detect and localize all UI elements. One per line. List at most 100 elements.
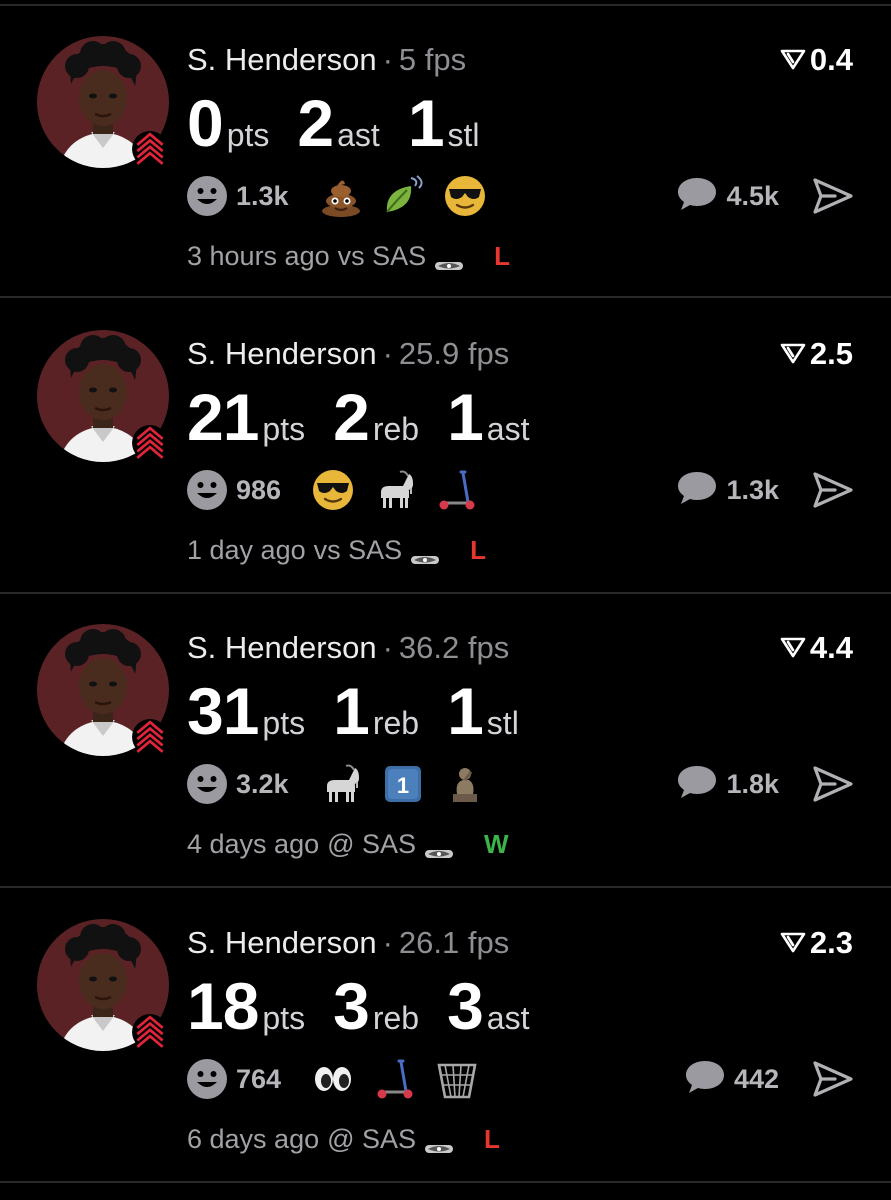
comment-count: 1.8k: [726, 768, 779, 799]
rating-score[interactable]: 4.4: [780, 630, 853, 666]
title-separator: ·: [382, 42, 393, 77]
game-result: L: [470, 534, 487, 565]
player-name[interactable]: S. Henderson: [187, 42, 377, 77]
share-button[interactable]: [811, 468, 855, 512]
stat-value: 3: [447, 969, 484, 1043]
goat-reaction-icon[interactable]: [373, 468, 417, 512]
title-separator: ·: [382, 336, 393, 371]
reaction-bar: 764: [186, 1057, 497, 1101]
feed-list: S. Henderson · 5 fps 0.4 0 pts 2 ast 1 stl 1.3k: [0, 0, 891, 1200]
game-result: L: [494, 240, 511, 271]
post-time: 4 days ago: [187, 828, 320, 859]
comment-bubble-icon: [676, 763, 718, 806]
sunglasses-reaction-icon[interactable]: [443, 174, 487, 218]
fantasy-points: 25.9 fps: [398, 336, 510, 371]
player-avatar[interactable]: [37, 919, 169, 1051]
share-arrow-icon: [811, 762, 855, 806]
game-meta: 4 days ago @ SAS W: [187, 826, 509, 862]
opponent[interactable]: vs SAS: [314, 535, 403, 566]
opponent[interactable]: @ SAS: [327, 1124, 416, 1155]
comment-count: 1.3k: [726, 474, 779, 505]
game-meta: 1 day ago vs SAS L: [187, 532, 486, 568]
reaction-count[interactable]: 1.3k: [236, 181, 289, 212]
post-card[interactable]: S. Henderson · 26.1 fps 2.3 18 pts 3 reb 3 ast 7…: [0, 889, 891, 1183]
reaction-count[interactable]: 764: [236, 1064, 281, 1095]
stat-unit: reb: [372, 705, 420, 741]
add-reaction-smiley-icon[interactable]: [186, 469, 228, 511]
share-button[interactable]: [811, 762, 855, 806]
leaf-wind-reaction-icon[interactable]: [381, 174, 425, 218]
title-separator: ·: [382, 925, 393, 960]
statue-reaction-icon[interactable]: [443, 762, 487, 806]
game-meta: 3 hours ago vs SAS L: [187, 238, 510, 274]
comments-button[interactable]: 1.8k: [676, 762, 779, 806]
reaction-count[interactable]: 986: [236, 475, 281, 506]
stat-unit: ast: [486, 1000, 530, 1036]
goat-reaction-icon[interactable]: [319, 762, 363, 806]
stat-value: 31: [187, 674, 259, 748]
fantasy-points: 5 fps: [398, 42, 467, 77]
game-meta: 6 days ago @ SAS L: [187, 1121, 500, 1157]
stat-unit: stl: [486, 705, 519, 741]
scooter-reaction-icon[interactable]: [435, 468, 479, 512]
rating-score[interactable]: 0.4: [780, 42, 853, 78]
share-button[interactable]: [811, 1057, 855, 1101]
player-name[interactable]: S. Henderson: [187, 925, 377, 960]
comment-bubble-icon: [676, 469, 718, 512]
player-avatar[interactable]: [37, 330, 169, 462]
add-reaction-smiley-icon[interactable]: [186, 175, 228, 217]
comment-count: 442: [733, 1063, 779, 1094]
opponent[interactable]: vs SAS: [338, 241, 427, 272]
scooter-reaction-icon[interactable]: [373, 1057, 417, 1101]
stat-item: 1 ast: [447, 384, 529, 450]
stat-value: 2: [297, 86, 334, 160]
rating-arrow-icon: [780, 630, 806, 666]
stat-unit: reb: [372, 411, 420, 447]
comments-button[interactable]: 1.3k: [676, 468, 779, 512]
keycap-one-reaction-icon[interactable]: 1: [381, 762, 425, 806]
reaction-count[interactable]: 3.2k: [236, 769, 289, 800]
rating-value: 4.4: [809, 630, 853, 665]
comments-button[interactable]: 442: [684, 1057, 779, 1101]
stat-line: 0 pts 2 ast 1 stl: [187, 90, 508, 156]
player-avatar[interactable]: [37, 36, 169, 168]
spurs-logo-icon: [424, 837, 454, 858]
reaction-bar: 1.3k: [186, 174, 505, 218]
stat-item: 1 stl: [408, 90, 480, 156]
comment-bubble-icon: [684, 1058, 726, 1101]
poop-reaction-icon[interactable]: [319, 174, 363, 218]
stat-item: 1 reb: [333, 678, 419, 744]
stat-value: 1: [447, 674, 484, 748]
opponent[interactable]: @ SAS: [327, 829, 416, 860]
eyes-reaction-icon[interactable]: [311, 1057, 355, 1101]
share-button[interactable]: [811, 174, 855, 218]
rating-score[interactable]: 2.5: [780, 336, 853, 372]
post-card[interactable]: S. Henderson · 25.9 fps 2.5 21 pts 2 reb 1 ast 9…: [0, 300, 891, 594]
stat-item: 31 pts: [187, 678, 305, 744]
stat-value: 2: [333, 380, 370, 454]
stat-unit: reb: [372, 1000, 420, 1036]
stat-unit: ast: [486, 411, 530, 447]
stat-value: 18: [187, 969, 259, 1043]
add-reaction-smiley-icon[interactable]: [186, 763, 228, 805]
player-name[interactable]: S. Henderson: [187, 630, 377, 665]
player-avatar[interactable]: [37, 624, 169, 756]
rating-score[interactable]: 2.3: [780, 925, 853, 961]
hoop-reaction-icon[interactable]: [435, 1057, 479, 1101]
sunglasses-reaction-icon[interactable]: [311, 468, 355, 512]
add-reaction-smiley-icon[interactable]: [186, 1058, 228, 1100]
stat-unit: pts: [262, 411, 306, 447]
stat-unit: stl: [447, 117, 480, 153]
stat-value: 1: [447, 380, 484, 454]
comments-button[interactable]: 4.5k: [676, 174, 779, 218]
stat-item: 2 ast: [297, 90, 379, 156]
stat-value: 21: [187, 380, 259, 454]
post-card[interactable]: S. Henderson · 36.2 fps 4.4 31 pts 1 reb 1 stl 3…: [0, 594, 891, 888]
game-result: L: [484, 1123, 500, 1154]
rating-value: 2.5: [809, 336, 853, 371]
rating-arrow-icon: [780, 336, 806, 372]
player-name[interactable]: S. Henderson: [187, 336, 377, 371]
post-card[interactable]: S. Henderson · 5 fps 0.4 0 pts 2 ast 1 stl 1.3k: [0, 4, 891, 298]
stat-item: 18 pts: [187, 973, 305, 1039]
stat-item: 3 ast: [447, 973, 529, 1039]
